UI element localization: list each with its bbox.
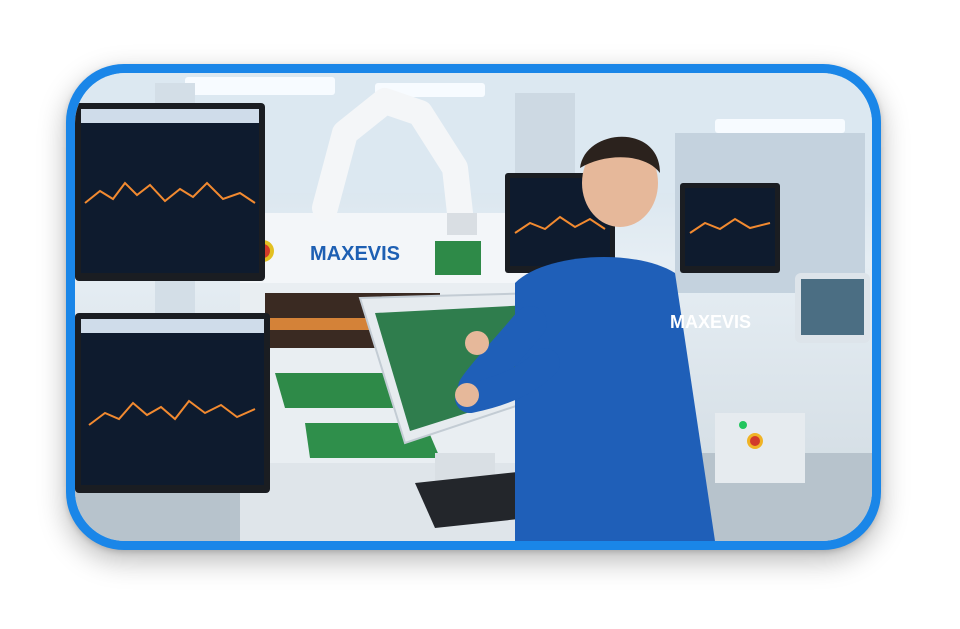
ceiling-light <box>185 77 335 95</box>
far-right-monitor <box>795 273 870 343</box>
status-light <box>739 421 747 429</box>
factory-photo: MAXEVIS MAXEVIS <box>75 73 872 541</box>
stop-button <box>750 436 760 446</box>
left-bottom-monitor <box>75 313 270 493</box>
photo-frame: MAXEVIS MAXEVIS <box>66 64 881 550</box>
machine-brand-label: MAXEVIS <box>310 243 400 265</box>
robot-gripper <box>447 213 477 235</box>
ceiling-light <box>715 119 845 133</box>
right-monitor <box>680 183 780 273</box>
jacket-brand-label: MAXEVIS <box>670 312 751 332</box>
worker-hand <box>455 383 479 407</box>
worker-jacket <box>515 256 715 541</box>
pcb-board <box>435 241 481 275</box>
control-panel <box>715 413 805 483</box>
left-top-monitor <box>75 103 265 281</box>
worker-hand <box>465 331 489 355</box>
factory-scene: MAXEVIS MAXEVIS <box>75 73 872 541</box>
